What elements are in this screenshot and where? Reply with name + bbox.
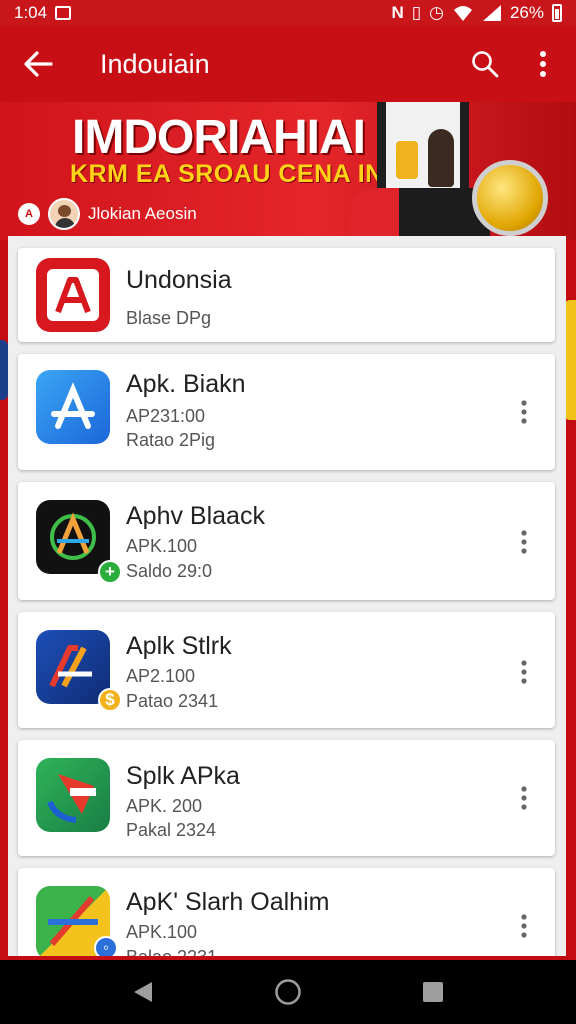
square-icon [423,982,444,1002]
brand-mini-icon: A [18,203,40,225]
app-name: Apk. Biakn [126,370,246,398]
system-nav-bar [0,960,576,1024]
signal-icon [482,5,501,21]
app-meta-secondary: Blase DPg [126,308,212,328]
avatar [48,198,80,230]
back-button[interactable] [6,32,70,96]
list-item[interactable]: Apk. Biakn AP231:00 Ratao 2Pig [18,354,555,470]
search-button[interactable] [456,35,514,93]
banner-author: A Jlokian Aeosin [18,198,197,230]
app-name: Undonsia [126,266,232,294]
list-item[interactable]: + Aphv Blaack APK.100 Saldo 29:0 [18,482,555,600]
list-item[interactable]: Splk APka APK. 200 Pakal 2324 [18,740,555,856]
app-bar: Indouiain [0,26,576,102]
triangle-left-icon [133,982,152,1002]
arrow-left-icon [24,51,53,77]
app-icon-red [36,258,110,332]
nav-home-button[interactable] [258,962,318,1022]
list-item[interactable]: ◦ ApK' Slarh Oalhim APK.100 Balao 2231 [18,868,555,956]
app-store-icon [36,370,110,444]
promo-banner[interactable]: IMDORIAHIAI KRM EA SROAU CENA INERIAI A … [0,102,576,240]
app-meta-secondary: Saldo 29:0 [126,561,213,581]
person-badge-icon: ◦ [94,936,118,956]
app-name: Splk APka [126,762,240,790]
wifi-icon [453,6,472,21]
item-more-button[interactable] [511,652,537,692]
vertical-dots-icon [521,660,527,684]
nav-recent-button[interactable] [403,962,463,1022]
network-indicator: N [391,3,404,22]
vertical-dots-icon [540,51,546,77]
more-options-button[interactable] [514,35,572,93]
list-item[interactable]: $ Aplk Stlrk AP2.100 Patao 2341 [18,612,555,728]
alarm-icon: ◷ [429,3,444,22]
list-item[interactable]: Undonsia Blase DPg [18,248,555,342]
app-name: Aphv Blaack [126,502,265,530]
app-name: ApK' Slarh Oalhim [126,888,330,916]
vertical-dots-icon [521,786,527,810]
banner-author-name: Jlokian Aeosin [88,204,197,223]
plus-badge-icon: + [98,560,122,584]
coin-icon [472,160,548,236]
app-meta-primary: APK.100 [126,536,198,556]
app-meta-secondary: Ratao 2Pig [126,430,216,450]
app-meta-primary: APK.100 [126,922,198,942]
app-title: Indouiain [100,48,210,79]
search-icon [472,51,499,78]
status-time: 1:04 [14,3,48,22]
battery-level: 26% [509,3,544,22]
app-icon-black [36,500,110,574]
app-meta-primary: AP2.100 [126,666,196,686]
vibrate-icon: ▯ [411,3,422,22]
item-more-button[interactable] [511,906,537,946]
app-meta-secondary: Patao 2341 [126,691,219,711]
nav-back-button[interactable] [113,962,173,1022]
vertical-dots-icon [521,530,527,554]
circle-icon [275,979,301,1005]
item-more-button[interactable] [511,392,537,432]
vertical-dots-icon [521,914,527,938]
app-icon-green-red [36,758,110,832]
app-list: Undonsia Blase DPg Apk. Biakn AP231:00 R… [8,236,566,956]
status-bar: 1:04 N ▯ ◷ 26% [0,0,576,26]
item-more-button[interactable] [511,778,537,818]
notification-icon [55,6,72,20]
battery-icon [552,4,562,22]
item-more-button[interactable] [511,522,537,562]
app-meta-primary: AP231:00 [126,406,206,426]
app-meta-primary: APK. 200 [126,796,203,816]
vertical-dots-icon [521,400,527,424]
app-name: Aplk Stlrk [126,632,232,660]
app-meta-secondary: Pakal 2324 [126,820,217,840]
coin-badge-icon: $ [98,688,122,712]
side-decoration-left [0,340,8,400]
banner-title: IMDORIAHIAI [72,111,366,164]
gloves-illustration [350,188,490,240]
app-meta-secondary: Balao 2231 [126,947,217,956]
